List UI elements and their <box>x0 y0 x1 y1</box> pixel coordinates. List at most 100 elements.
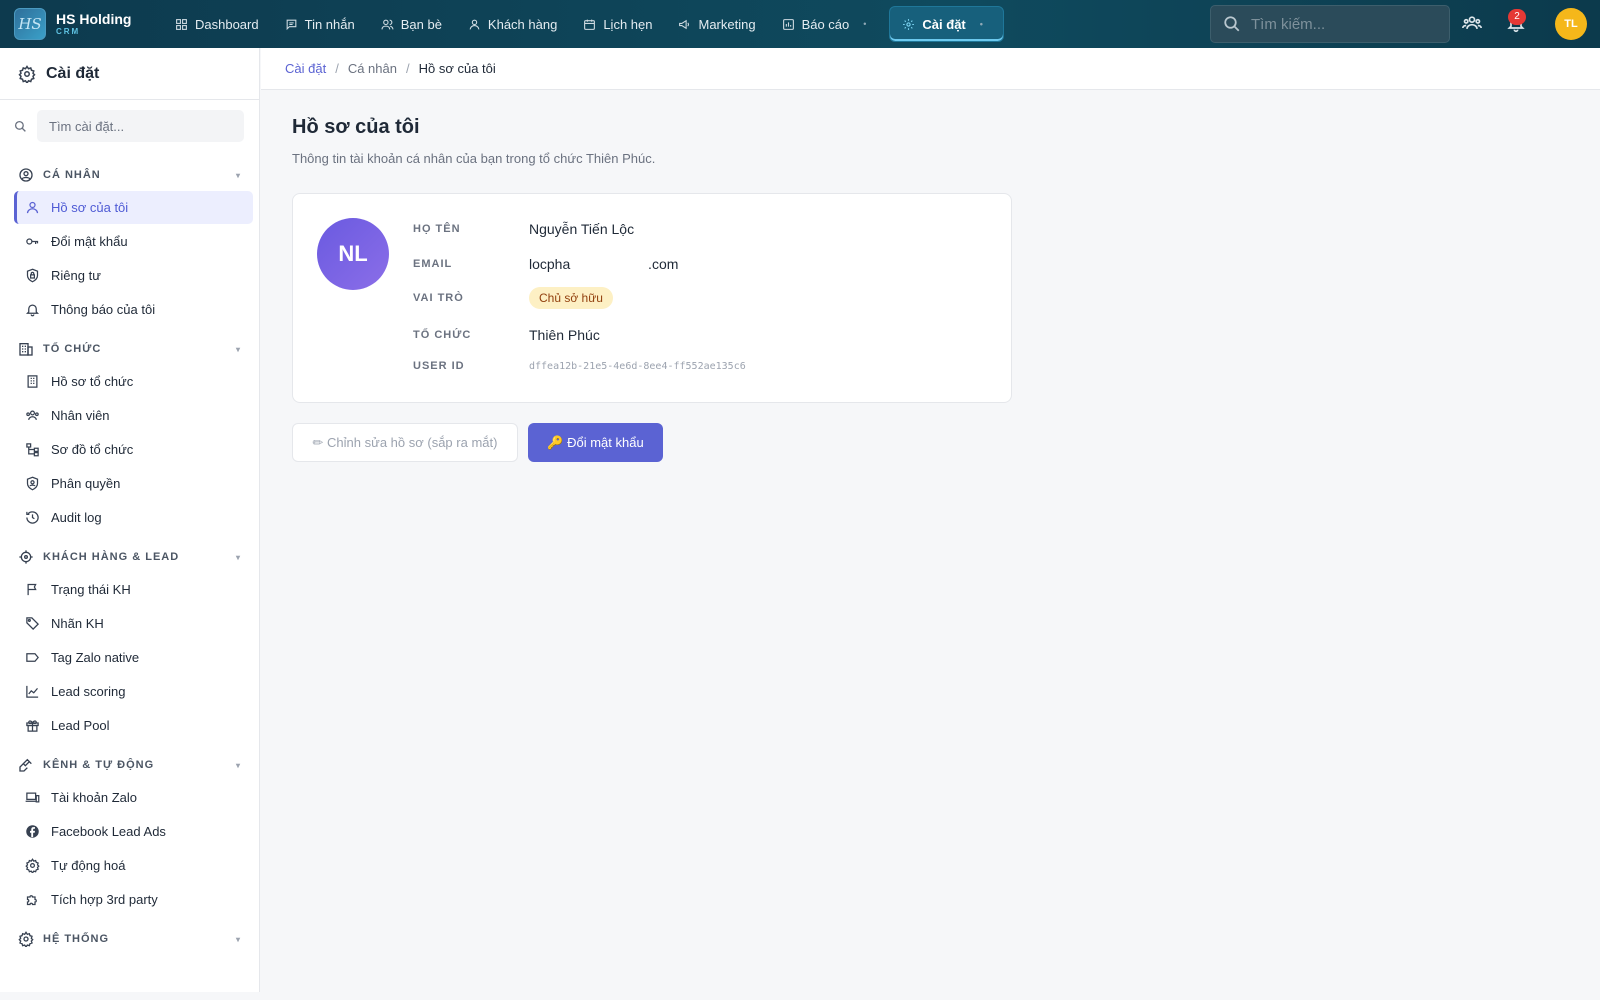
sidebar-item-audit-log[interactable]: Audit log <box>14 501 253 534</box>
sidebar-item-privacy[interactable]: Riêng tư <box>14 259 253 292</box>
sidebar-item-label: Hồ sơ tổ chức <box>51 374 134 389</box>
settings-sidebar: Cài đặt CÁ NHÂN ▾ Hồ sơ của tôi Đổi mật … <box>0 48 260 992</box>
breadcrumb-settings[interactable]: Cài đặt <box>285 61 326 76</box>
nav-item-customers[interactable]: Khách hàng <box>455 6 570 42</box>
sidebar-item-change-password[interactable]: Đổi mật khẩu <box>14 225 253 258</box>
section-title: KHÁCH HÀNG & LEAD <box>43 551 180 563</box>
global-search-input[interactable] <box>1251 15 1431 33</box>
sidebar-item-label: Riêng tư <box>51 268 101 283</box>
report-icon <box>782 18 794 30</box>
email-value: locpha .com <box>529 256 679 272</box>
field-label: USER ID <box>413 360 465 372</box>
field-user-id: USER ID dffea12b-21e5-4e6d-8ee4-ff552ae1… <box>413 360 746 372</box>
organization-value: Thiên Phúc <box>529 327 600 343</box>
plug-icon <box>19 758 32 772</box>
brand-name: HS Holding <box>56 11 132 27</box>
gear-icon <box>25 858 40 873</box>
sidebar-item-my-profile[interactable]: Hồ sơ của tôi <box>14 191 253 224</box>
section-header-personal[interactable]: CÁ NHÂN ▾ <box>0 160 259 190</box>
sidebar-item-automation[interactable]: Tự động hoá <box>14 849 253 882</box>
nav-item-marketing[interactable]: Marketing <box>665 6 768 42</box>
breadcrumb-current: Hồ sơ của tôi <box>418 61 496 76</box>
brand[interactable]: HS HS Holding CRM <box>14 8 162 40</box>
user-id-value: dffea12b-21e5-4e6d-8ee4-ff552ae135c6 <box>529 360 746 372</box>
brand-logo: HS <box>14 8 46 40</box>
nav-item-friends[interactable]: Bạn bè <box>368 6 455 42</box>
sidebar-item-staff[interactable]: Nhân viên <box>14 399 253 432</box>
sidebar-item-lead-pool[interactable]: Lead Pool <box>14 709 253 742</box>
chevron-down-icon: ▾ <box>235 552 241 562</box>
sidebar-header: Cài đặt <box>0 48 259 100</box>
nav-label: Khách hàng <box>487 16 558 32</box>
sidebar-item-label: Tag Zalo native <box>51 650 140 665</box>
chevron-down-icon: ▾ <box>235 934 241 944</box>
section-header-system[interactable]: HỆ THỐNG ▾ <box>0 924 259 954</box>
team-icon <box>1462 16 1482 29</box>
sidebar-item-permissions[interactable]: Phân quyền <box>14 467 253 500</box>
sidebar-item-customer-status[interactable]: Trạng thái KH <box>14 573 253 606</box>
page-subtitle: Thông tin tài khoản cá nhân của bạn tron… <box>292 151 656 166</box>
shield-user-icon <box>26 476 39 491</box>
sidebar-item-facebook-lead-ads[interactable]: Facebook Lead Ads <box>14 815 253 848</box>
breadcrumb: Cài đặt / Cá nhân / Hồ sơ của tôi <box>261 48 1600 90</box>
building-icon <box>27 375 38 388</box>
field-label: HỌ TÊN <box>413 223 461 235</box>
sidebar-item-org-chart[interactable]: Sơ đồ tổ chức <box>14 433 253 466</box>
gear-icon <box>903 18 915 30</box>
sidebar-item-third-party-integrations[interactable]: Tích hợp 3rd party <box>14 883 253 916</box>
org-chart-icon <box>26 443 39 457</box>
section-header-organization[interactable]: TỔ CHỨC ▾ <box>0 334 259 364</box>
sidebar-item-label: Hồ sơ của tôi <box>51 200 129 215</box>
nav-label: Bạn bè <box>400 16 442 32</box>
sidebar-item-zalo-tags[interactable]: Tag Zalo native <box>14 641 253 674</box>
user-avatar[interactable]: TL <box>1555 8 1587 40</box>
sidebar-item-label: Tự động hoá <box>51 858 126 873</box>
nav-label: Báo cáo <box>801 16 850 32</box>
friends-icon <box>381 19 394 29</box>
profile-avatar: NL <box>317 218 389 290</box>
section-title: KÊNH & TỰ ĐỘNG <box>43 759 155 771</box>
tag-icon <box>26 653 39 662</box>
breadcrumb-separator: / <box>335 61 339 76</box>
key-icon <box>26 238 39 245</box>
nav-item-messages[interactable]: Tin nhắn <box>272 6 368 42</box>
nav-item-appointments[interactable]: Lịch hẹn <box>570 6 665 42</box>
sidebar-item-my-notifications[interactable]: Thông báo của tôi <box>14 293 253 326</box>
breadcrumb-personal[interactable]: Cá nhân <box>348 61 397 76</box>
sidebar-item-customer-labels[interactable]: Nhãn KH <box>14 607 253 640</box>
message-icon <box>286 19 296 30</box>
sidebar-item-org-profile[interactable]: Hồ sơ tổ chức <box>14 365 253 398</box>
shield-lock-icon <box>26 268 39 283</box>
change-password-button[interactable]: 🔑 Đổi mật khẩu <box>528 423 663 462</box>
profile-card: NL HỌ TÊN Nguyễn Tiến Lộc EMAIL locpha .… <box>292 193 1012 403</box>
edit-profile-button[interactable]: ✏ Chỉnh sửa hồ sơ (sắp ra mắt) <box>292 423 518 462</box>
section-header-customers-leads[interactable]: KHÁCH HÀNG & LEAD ▾ <box>0 542 259 572</box>
devices-icon <box>25 792 40 803</box>
sidebar-item-label: Tích hợp 3rd party <box>51 892 158 907</box>
sidebar-item-lead-scoring[interactable]: Lead scoring <box>14 675 253 708</box>
field-organization: TỔ CHỨC Thiên Phúc <box>413 327 600 343</box>
sidebar-item-label: Audit log <box>51 510 102 525</box>
sidebar-item-zalo-accounts[interactable]: Tài khoản Zalo <box>14 781 253 814</box>
section-header-channels-automation[interactable]: KÊNH & TỰ ĐỘNG ▾ <box>0 750 259 780</box>
dropdown-indicator-icon: • <box>863 19 867 29</box>
search-icon <box>1224 16 1240 32</box>
notification-badge: 2 <box>1508 9 1526 25</box>
global-search[interactable] <box>1210 5 1450 43</box>
section-organization: TỔ CHỨC ▾ Hồ sơ tổ chức Nhân viên Sơ đồ … <box>0 334 259 534</box>
nav-item-reports[interactable]: Báo cáo • <box>769 6 880 42</box>
field-label: VAI TRÒ <box>413 292 464 304</box>
nav-item-settings[interactable]: Cài đặt • <box>889 6 1004 42</box>
gear-icon <box>18 931 34 947</box>
settings-search-input[interactable] <box>37 110 244 142</box>
sidebar-title: Cài đặt <box>46 64 100 82</box>
settings-search <box>0 100 259 152</box>
building-icon <box>19 343 33 356</box>
team-button[interactable] <box>1462 13 1484 35</box>
nav-label: Marketing <box>698 16 756 32</box>
sidebar-item-label: Trạng thái KH <box>51 582 131 597</box>
gear-icon <box>18 64 36 83</box>
chevron-down-icon: ▾ <box>235 170 241 180</box>
nav-item-dashboard[interactable]: Dashboard <box>162 6 272 42</box>
puzzle-icon <box>26 895 37 906</box>
